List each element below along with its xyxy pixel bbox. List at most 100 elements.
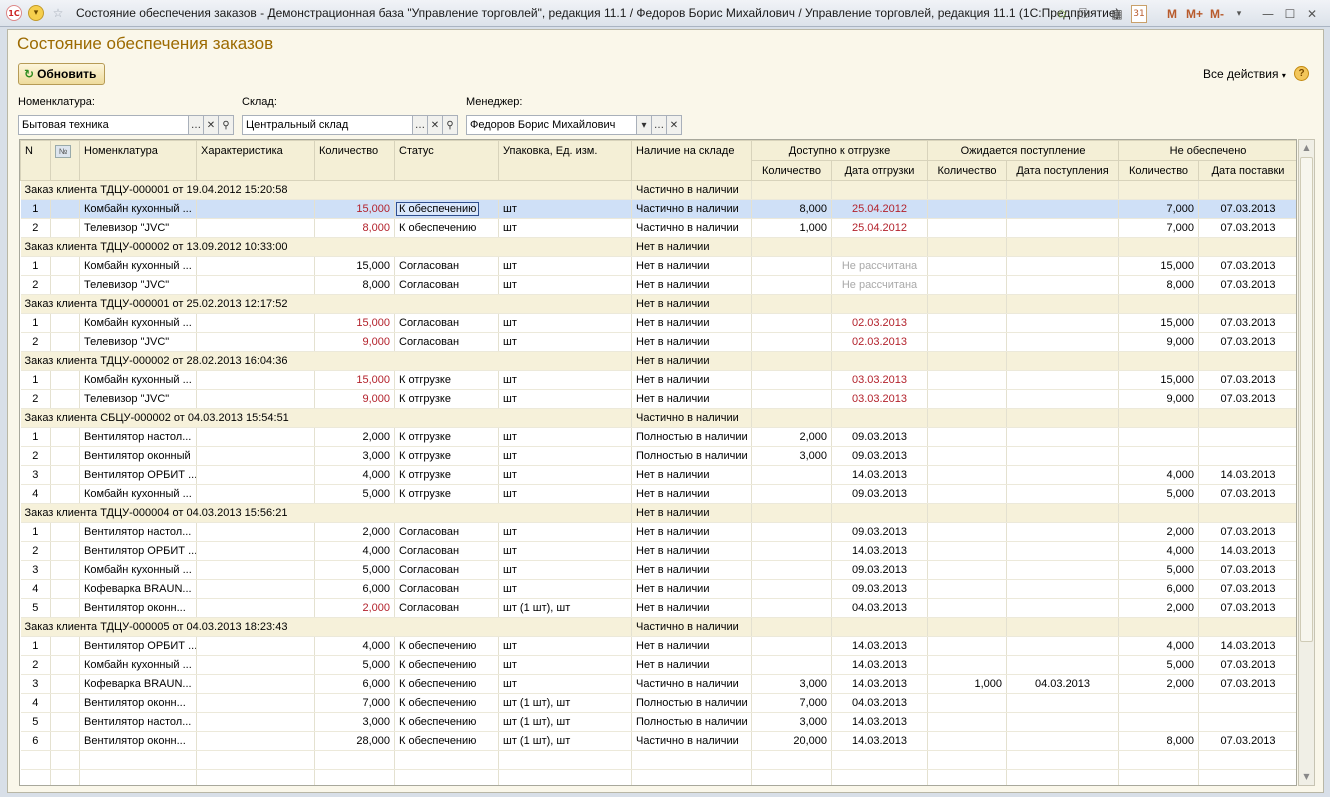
empty-cell[interactable] [1006,351,1120,371]
nomenclature-cell[interactable]: Комбайн кухонный ... [79,199,197,219]
packaging-cell[interactable]: шт [498,674,632,694]
order-availability-cell[interactable]: Частично в наличии [631,617,752,637]
packaging-cell[interactable]: шт [498,332,632,352]
packaging-cell[interactable]: шт [498,655,632,675]
nomenclature-cell[interactable]: Комбайн кухонный ... [79,256,197,276]
main-menu-icon[interactable]: ▾ [28,5,44,21]
select-ellipsis-icon[interactable]: … [652,115,667,135]
receipt-date-cell[interactable] [1006,579,1120,599]
empty-cell[interactable] [831,237,929,257]
quantity-cell[interactable]: 8,000 [314,275,395,295]
ship-date-cell[interactable]: 14.03.2013 [831,636,929,656]
empty-cell[interactable] [831,617,929,637]
delivery-date-cell[interactable] [1198,427,1296,447]
order-group-row[interactable]: Заказ клиента ТДЦУ-000001 от 19.04.2012 … [20,180,1296,200]
availability-cell[interactable]: Нет в наличии [631,465,752,485]
availability-cell[interactable]: Нет в наличии [631,389,752,409]
col-header-unsecured-qty[interactable]: Количество [1118,160,1200,181]
delivery-date-cell[interactable]: 07.03.2013 [1198,579,1296,599]
row-icon-cell[interactable] [50,693,80,713]
help-icon[interactable]: ? [1294,66,1309,81]
dropdown-arrow-icon[interactable]: ▾ [637,115,652,135]
row-icon-cell[interactable] [50,427,80,447]
app-logo-icon[interactable]: 1С [6,5,22,21]
ship-date-cell[interactable]: 25.04.2012 [831,218,929,238]
availability-cell[interactable]: Нет в наличии [631,541,752,561]
receipt-date-cell[interactable] [1006,446,1120,466]
empty-cell[interactable] [927,237,1008,257]
nomenclature-cell[interactable]: Вентилятор оконн... [79,598,197,618]
delivery-date-cell[interactable] [1198,712,1296,732]
order-availability-cell[interactable]: Нет в наличии [631,294,752,314]
quantity-cell[interactable]: 15,000 [314,256,395,276]
memory-plus-button[interactable]: M+ [1186,5,1203,23]
delivery-date-cell[interactable]: 07.03.2013 [1198,484,1296,504]
quantity-cell[interactable]: 3,000 [314,712,395,732]
order-title-cell[interactable]: Заказ клиента ТДЦУ-000002 от 13.09.2012 … [20,237,632,257]
table-row[interactable]: 2 Вентилятор ОРБИТ ... 4,000 Согласован шт Не… [20,541,1296,561]
close-icon[interactable]: ✕ [1304,5,1320,23]
nomenclature-cell[interactable]: Кофеварка BRAUN... [79,674,197,694]
empty-cell[interactable] [751,180,832,200]
row-number-cell[interactable]: 1 [20,636,51,656]
delivery-date-cell[interactable]: 07.03.2013 [1198,313,1296,333]
table-row[interactable]: 5 Вентилятор настол... 3,000 К обеспечению ш… [20,712,1296,732]
delivery-date-cell[interactable]: 07.03.2013 [1198,674,1296,694]
nomenclature-cell[interactable]: Телевизор "JVC" [79,275,197,295]
status-cell[interactable]: К обеспечению [394,731,499,751]
empty-cell[interactable] [1118,351,1200,371]
ship-date-cell[interactable]: 09.03.2013 [831,579,929,599]
table-row[interactable]: 1 Вентилятор настол... 2,000 Согласован шт Не… [20,522,1296,542]
packaging-cell[interactable]: шт [498,465,632,485]
packaging-cell[interactable]: шт [498,446,632,466]
receipt-date-cell[interactable] [1006,636,1120,656]
delivery-date-cell[interactable]: 07.03.2013 [1198,655,1296,675]
row-number-cell[interactable]: 1 [20,313,51,333]
row-number-cell[interactable]: 5 [20,598,51,618]
delivery-date-cell[interactable]: 07.03.2013 [1198,218,1296,238]
row-icon-cell[interactable] [50,199,80,219]
available-qty-cell[interactable] [751,560,832,580]
ship-date-cell[interactable]: Не рассчитана [831,256,929,276]
status-cell[interactable]: Согласован [394,332,499,352]
available-qty-cell[interactable]: 20,000 [751,731,832,751]
row-number-cell[interactable]: 2 [20,655,51,675]
expected-qty-cell[interactable] [927,389,1008,409]
packaging-cell[interactable]: шт [498,275,632,295]
unsecured-qty-cell[interactable]: 15,000 [1118,370,1200,390]
nomenclature-cell[interactable]: Телевизор "JVC" [79,332,197,352]
unsecured-qty-cell[interactable] [1118,712,1200,732]
availability-cell[interactable]: Нет в наличии [631,313,752,333]
expected-qty-cell[interactable] [927,446,1008,466]
row-icon-cell[interactable] [50,731,80,751]
unsecured-qty-cell[interactable]: 7,000 [1118,199,1200,219]
nomenclature-input[interactable]: Бытовая техника [18,115,189,135]
row-number-cell[interactable]: 6 [20,731,51,751]
empty-cell[interactable] [751,237,832,257]
unsecured-qty-cell[interactable]: 15,000 [1118,313,1200,333]
table-row[interactable]: 1 Комбайн кухонный ... 15,000 Согласован шт Н… [20,313,1296,333]
available-qty-cell[interactable]: 7,000 [751,693,832,713]
available-qty-cell[interactable] [751,579,832,599]
empty-cell[interactable] [1198,503,1296,523]
availability-cell[interactable]: Нет в наличии [631,484,752,504]
packaging-cell[interactable]: шт (1 шт), шт [498,712,632,732]
available-qty-cell[interactable] [751,332,832,352]
ship-date-cell[interactable]: 09.03.2013 [831,522,929,542]
empty-cell[interactable] [751,503,832,523]
receipt-date-cell[interactable] [1006,389,1120,409]
available-qty-cell[interactable]: 2,000 [751,427,832,447]
packaging-cell[interactable]: шт [498,370,632,390]
quantity-cell[interactable]: 2,000 [314,427,395,447]
nomenclature-cell[interactable]: Комбайн кухонный ... [79,484,197,504]
status-cell[interactable]: К обеспечению [394,218,499,238]
packaging-cell[interactable]: шт [498,484,632,504]
status-cell[interactable]: Согласован [394,275,499,295]
status-cell[interactable]: Согласован [394,560,499,580]
characteristic-cell[interactable] [196,199,315,219]
quantity-cell[interactable]: 6,000 [314,579,395,599]
available-qty-cell[interactable] [751,389,832,409]
quantity-cell[interactable]: 9,000 [314,332,395,352]
available-qty-cell[interactable] [751,465,832,485]
packaging-cell[interactable]: шт [498,256,632,276]
